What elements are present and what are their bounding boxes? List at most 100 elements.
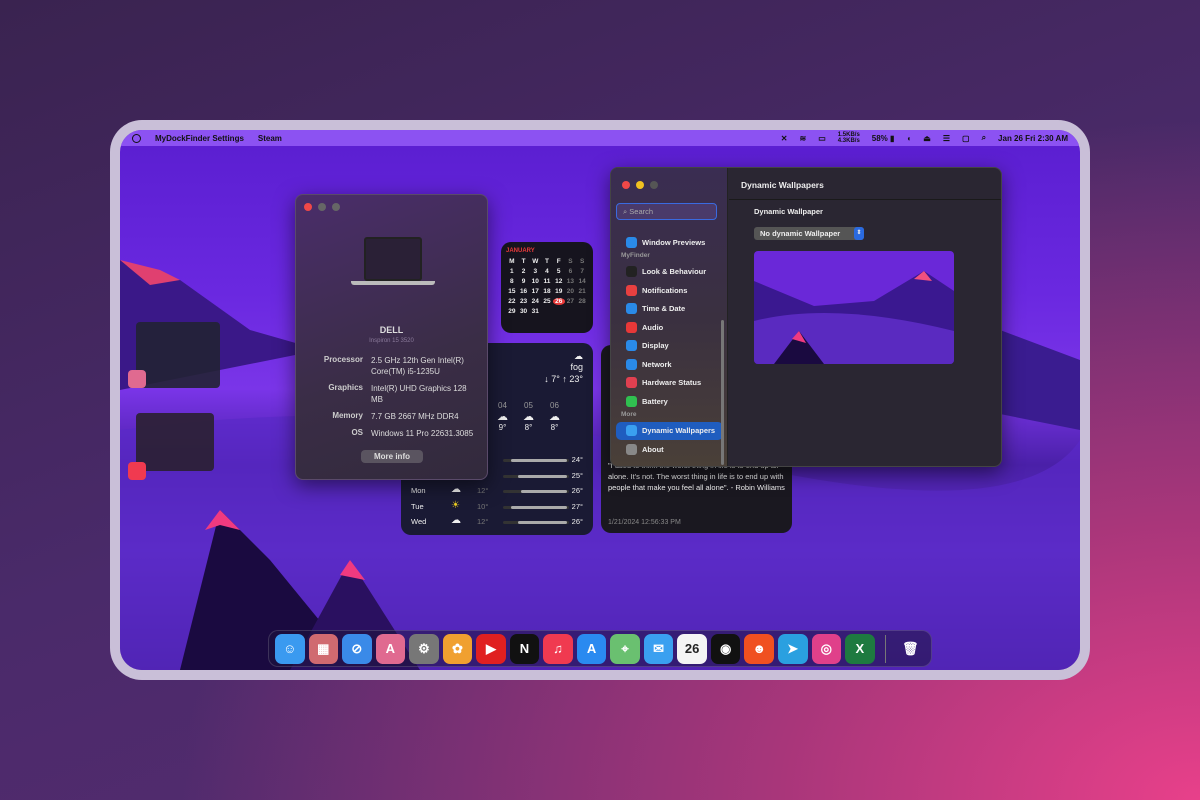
close-button[interactable] <box>622 181 630 189</box>
calendar-day[interactable]: 28 <box>576 298 588 305</box>
sidebar-item-time-date[interactable]: Time & Date <box>616 300 723 319</box>
window-thumbnail-music[interactable] <box>136 413 214 471</box>
dock-settings-icon[interactable]: ⚙ <box>409 633 439 664</box>
temp-range-fill <box>510 505 567 509</box>
dock-safari-icon[interactable]: ⊘ <box>342 633 372 664</box>
calendar-day[interactable]: 2 <box>518 268 530 275</box>
spec-row: OS Windows 11 Pro 22631.3085 <box>296 428 476 439</box>
sidebar-item-dynamic-wallpapers[interactable]: Dynamic Wallpapers <box>616 421 723 440</box>
sidebar-item-about[interactable]: About <box>616 440 723 459</box>
battery-status[interactable]: 58% ▮ <box>872 134 895 143</box>
calendar-day[interactable]: 14 <box>576 278 588 285</box>
sidebar-item-display[interactable]: Display <box>616 337 723 356</box>
apple-menu-icon[interactable] <box>132 133 141 143</box>
wallpaper-select[interactable]: No dynamic Wallpaper ⇕ <box>754 227 864 240</box>
eject-icon[interactable]: ⏏ <box>923 134 931 143</box>
calendar-day[interactable]: 26 <box>552 298 565 305</box>
control-center-icon[interactable]: ☰ <box>943 134 950 143</box>
calendar-day[interactable]: 8 <box>506 278 518 285</box>
sidebar-item-audio[interactable]: Audio <box>616 318 723 337</box>
calendar-day[interactable]: 30 <box>518 308 530 315</box>
calendar-day[interactable]: 17 <box>529 288 541 295</box>
sidebar-item-battery[interactable]: Battery <box>616 392 723 411</box>
calendar-day[interactable]: 9 <box>518 278 530 285</box>
dock-launchpad-icon[interactable]: ▦ <box>308 633 339 664</box>
display-icon[interactable]: ▭ <box>818 134 826 143</box>
calendar-day[interactable]: 21 <box>576 288 588 295</box>
steam-menu[interactable]: Steam <box>258 134 282 143</box>
calendar-day[interactable]: 31 <box>529 308 541 315</box>
dock-github-icon[interactable]: ◉ <box>710 633 741 664</box>
dock-app-store-icon[interactable]: A <box>576 633 607 664</box>
calendar-day[interactable]: 25 <box>541 298 553 305</box>
calendar-day[interactable]: 11 <box>541 278 553 285</box>
sidebar-item-window-previews[interactable]: Window Previews <box>616 233 723 252</box>
hourly-item: 05 ☁ 8° <box>523 401 534 432</box>
dock-instagram-icon[interactable]: ◎ <box>811 633 842 664</box>
day-label: Mon <box>411 486 426 495</box>
sidebar-item-hardware-status[interactable]: Hardware Status <box>616 374 723 393</box>
search-icon[interactable]: ⌕ <box>982 133 986 143</box>
close-button[interactable] <box>304 203 312 211</box>
dock-netflix-icon[interactable]: N <box>509 633 540 664</box>
zoom-button[interactable] <box>650 181 658 189</box>
calendar-day[interactable]: 1 <box>506 268 518 275</box>
dock-finder-icon[interactable]: ☺ <box>275 633 305 664</box>
sidebar-scrollbar[interactable] <box>721 320 724 465</box>
calendar-widget[interactable]: JANUARY M T W T F S S 1 2 3 4 5 6 7 8 9 10 11 12 13 14 15 16 17… <box>501 242 593 333</box>
cloud-icon: ☁ <box>549 411 560 423</box>
sidebar-item-notifications[interactable]: Notifications <box>616 281 723 300</box>
calendar-day[interactable]: 27 <box>565 298 577 305</box>
dock-music-icon[interactable]: ♫ <box>543 633 573 664</box>
calendar-day[interactable]: 15 <box>506 288 518 295</box>
calendar-day[interactable]: 22 <box>506 298 518 305</box>
wifi-icon[interactable]: ≋ <box>800 134 807 143</box>
dock-maps-icon[interactable]: ⌖ <box>610 633 640 664</box>
calendar-day[interactable]: 10 <box>529 278 541 285</box>
monitor-icon[interactable]: ▢ <box>962 134 970 143</box>
calendar-day[interactable]: 19 <box>553 288 565 295</box>
mute-icon[interactable]: ◖ <box>906 134 911 143</box>
calendar-day[interactable]: 16 <box>518 288 530 295</box>
calendar-day[interactable]: 24 <box>529 298 541 305</box>
minimize-button[interactable] <box>318 203 326 211</box>
window-previews-icon <box>626 236 637 248</box>
zoom-button[interactable] <box>332 203 340 211</box>
dock-trash-icon[interactable]: 🗑 <box>896 634 926 664</box>
calendar-day[interactable]: 7 <box>576 268 588 275</box>
calendar-day[interactable]: 13 <box>565 278 577 285</box>
weekday-label: T <box>521 258 526 265</box>
chevron-updown-icon: ⇕ <box>854 227 864 240</box>
calendar-day[interactable]: 23 <box>518 298 530 305</box>
calendar-day[interactable]: 29 <box>506 308 518 315</box>
calendar-day[interactable]: 5 <box>553 268 565 275</box>
dock-photos-icon[interactable]: ✿ <box>442 633 473 664</box>
calendar-day[interactable]: 18 <box>541 288 553 295</box>
app-menu[interactable]: MyDockFinder Settings <box>155 134 244 143</box>
dock-excel-icon[interactable]: X <box>845 633 875 664</box>
dock-telegram-icon[interactable]: ➤ <box>777 633 808 664</box>
sidebar-item-network[interactable]: Network <box>616 355 723 374</box>
sidebar-item-look-behaviour[interactable]: Look & Behaviour <box>616 263 723 282</box>
window-thumbnail-terminal[interactable] <box>136 322 220 388</box>
calendar-day[interactable]: 12 <box>553 278 565 285</box>
calendar-day[interactable]: 20 <box>565 288 577 295</box>
page-title: Dynamic Wallpapers <box>729 168 1001 200</box>
dock-calendar-icon[interactable]: 26 <box>677 633 707 664</box>
more-info-button[interactable]: More info <box>361 450 423 463</box>
dock-mail-icon[interactable]: ✉ <box>643 633 674 664</box>
spec-row: Processor 2.5 GHz 12th Gen Intel(R) Core(… <box>296 355 476 377</box>
calendar-day[interactable]: 4 <box>541 268 553 275</box>
minimize-button[interactable] <box>636 181 644 189</box>
dock-app-a-icon[interactable]: A <box>375 633 406 664</box>
dock-youtube-icon[interactable]: ▶ <box>476 633 506 664</box>
device-model: Inspiron 15 3520 <box>369 338 414 344</box>
bluetooth-icon[interactable]: ✕ <box>781 134 788 143</box>
weekday-label: S <box>568 258 573 265</box>
clock[interactable]: Jan 26 Fri 2:30 AM <box>998 134 1068 143</box>
search-input[interactable]: ⌕ Search <box>616 203 717 220</box>
daily-row: Wed ☁ 12° 26° <box>409 515 585 531</box>
dock-reddit-icon[interactable]: ☻ <box>744 633 774 664</box>
calendar-day[interactable]: 6 <box>565 268 577 275</box>
calendar-day[interactable]: 3 <box>529 268 541 275</box>
